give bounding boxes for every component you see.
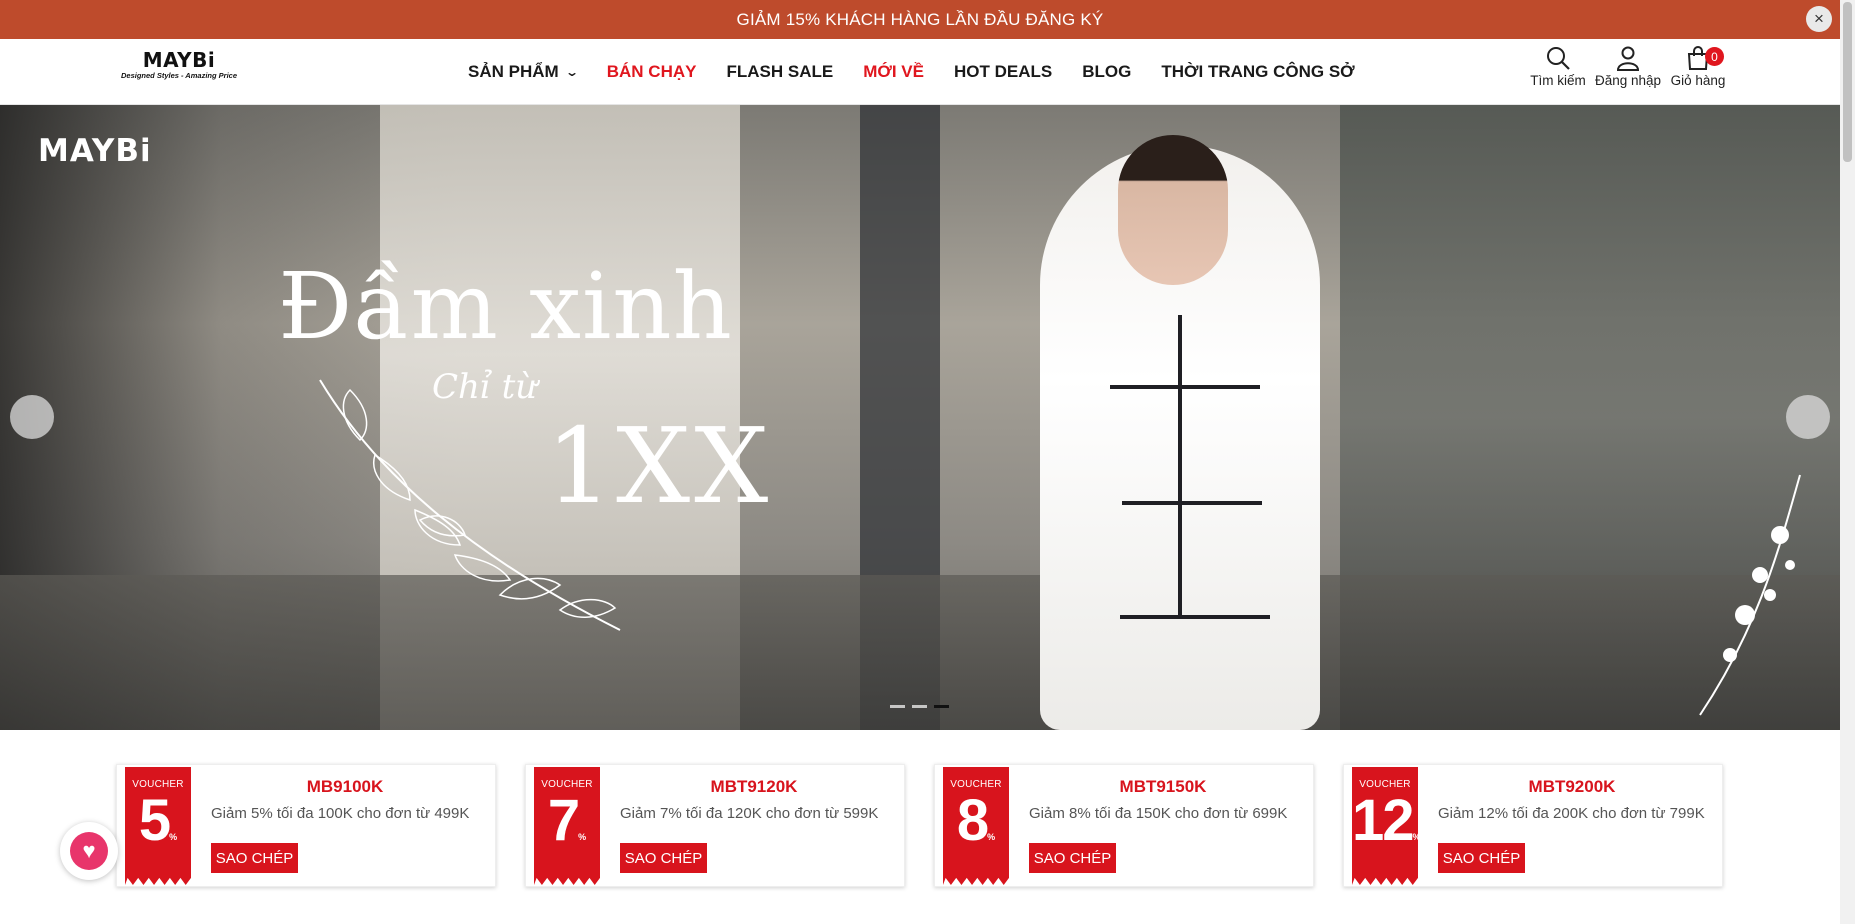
page-scrollbar[interactable] xyxy=(1840,0,1855,924)
dress-stripe xyxy=(1178,315,1182,615)
user-icon xyxy=(1616,46,1640,71)
carousel-prev-button[interactable] xyxy=(10,395,54,439)
voucher-percent: 12% xyxy=(1352,788,1421,853)
carousel-dots xyxy=(890,705,956,708)
dress-stripe xyxy=(1122,501,1262,505)
heart-icon: ♥ xyxy=(70,832,108,870)
hero-model-image xyxy=(1040,135,1320,730)
nav-item-thoi-trang-cong-so[interactable]: THỜI TRANG CÔNG SỞ xyxy=(1161,62,1354,82)
close-icon[interactable]: × xyxy=(1806,6,1832,32)
promo-text: GIẢM 15% KHÁCH HÀNG LẦN ĐẦU ĐĂNG KÝ xyxy=(736,9,1104,29)
voucher-code: MB9100K xyxy=(306,777,384,796)
voucher-card: VOUCHER 5% MB9100K Giảm 5% tối đa 100K c… xyxy=(116,764,496,887)
carousel-dot-active[interactable] xyxy=(934,705,949,708)
nav-item-flash-sale[interactable]: FLASH SALE xyxy=(726,62,833,82)
logo[interactable]: MAYBi Designed Styles - Amazing Price xyxy=(116,49,242,83)
voucher-tag: VOUCHER 7% xyxy=(534,767,600,885)
voucher-description: Giảm 12% tối đa 200K cho đơn từ 799K xyxy=(1438,805,1705,822)
voucher-percent: 8% xyxy=(956,788,996,853)
voucher-description: Giảm 8% tối đa 150K cho đơn từ 699K xyxy=(1029,805,1288,822)
hero-logo: MAYBi xyxy=(38,133,152,169)
scrollbar-thumb[interactable] xyxy=(1843,2,1852,162)
flower-branch-illustration xyxy=(1699,474,1801,716)
nav-item-san-pham[interactable]: SẢN PHẨM ⌄ xyxy=(468,62,579,82)
copy-voucher-button[interactable]: SAO CHÉP xyxy=(211,843,298,873)
hero-model-head xyxy=(1118,135,1228,285)
copy-voucher-button[interactable]: SAO CHÉP xyxy=(1438,843,1525,873)
leaf-branch-illustration xyxy=(319,379,621,631)
carousel-next-button[interactable] xyxy=(1786,395,1830,439)
voucher-tag: VOUCHER 12% xyxy=(1352,767,1418,885)
voucher-percent: 7% xyxy=(547,788,587,853)
voucher-card: VOUCHER 12% MBT9200K Giảm 12% tối đa 200… xyxy=(1343,764,1723,887)
nav-item-moi-ve[interactable]: MỚI VỀ xyxy=(863,62,924,82)
copy-voucher-button[interactable]: SAO CHÉP xyxy=(620,843,707,873)
carousel-dot[interactable] xyxy=(912,705,927,708)
cart-button[interactable]: Giỏ hàng 0 xyxy=(1663,45,1733,88)
nav-item-ban-chay[interactable]: BÁN CHẠY xyxy=(607,62,697,82)
voucher-tag: VOUCHER 8% xyxy=(943,767,1009,885)
main-nav: SẢN PHẨM ⌄ BÁN CHẠY FLASH SALE MỚI VỀ HO… xyxy=(468,39,1385,105)
nav-item-hot-deals[interactable]: HOT DEALS xyxy=(954,62,1052,82)
wishlist-floating-button[interactable]: ♥ xyxy=(60,822,118,880)
chevron-down-icon: ⌄ xyxy=(564,65,579,79)
logo-wordmark: MAYBi xyxy=(142,48,216,72)
voucher-list: VOUCHER 5% MB9100K Giảm 5% tối đa 100K c… xyxy=(116,764,1723,887)
voucher-card: VOUCHER 7% MBT9120K Giảm 7% tối đa 120K … xyxy=(525,764,905,887)
voucher-code: MBT9150K xyxy=(1119,777,1207,796)
site-header: MAYBi Designed Styles - Amazing Price SẢ… xyxy=(0,39,1840,105)
dress-stripe xyxy=(1120,615,1270,619)
hero-banner[interactable]: MAYBi Đầm xinh Chỉ từ 1XX xyxy=(0,105,1840,730)
voucher-code: MBT9200K xyxy=(1528,777,1616,796)
login-button[interactable]: Đăng nhập xyxy=(1593,45,1663,88)
voucher-description: Giảm 7% tối đa 120K cho đơn từ 599K xyxy=(620,805,879,822)
voucher-percent: 5% xyxy=(138,788,178,853)
nav-item-blog[interactable]: BLOG xyxy=(1082,62,1131,82)
logo-tagline: Designed Styles - Amazing Price xyxy=(120,71,237,80)
header-tools: Tìm kiếm Đăng nhập Giỏ hàng 0 xyxy=(1523,45,1733,88)
copy-voucher-button[interactable]: SAO CHÉP xyxy=(1029,843,1116,873)
login-label: Đăng nhập xyxy=(1594,73,1662,88)
voucher-card: VOUCHER 8% MBT9150K Giảm 8% tối đa 150K … xyxy=(934,764,1314,887)
search-label: Tìm kiếm xyxy=(1530,73,1586,88)
promo-bar: GIẢM 15% KHÁCH HÀNG LẦN ĐẦU ĐĂNG KÝ xyxy=(0,0,1840,39)
cart-label: Giỏ hàng xyxy=(1670,73,1726,88)
search-icon xyxy=(1547,47,1570,70)
hero-title: Đầm xinh xyxy=(278,253,733,360)
nav-item-label: SẢN PHẨM xyxy=(468,62,559,81)
voucher-description: Giảm 5% tối đa 100K cho đơn từ 499K xyxy=(211,805,470,822)
carousel-dot[interactable] xyxy=(890,705,905,708)
search-button[interactable]: Tìm kiếm xyxy=(1523,45,1593,88)
voucher-code: MBT9120K xyxy=(710,777,798,796)
cart-count-badge: 0 xyxy=(1705,47,1724,66)
dress-stripe xyxy=(1110,385,1260,389)
voucher-tag: VOUCHER 5% xyxy=(125,767,191,885)
